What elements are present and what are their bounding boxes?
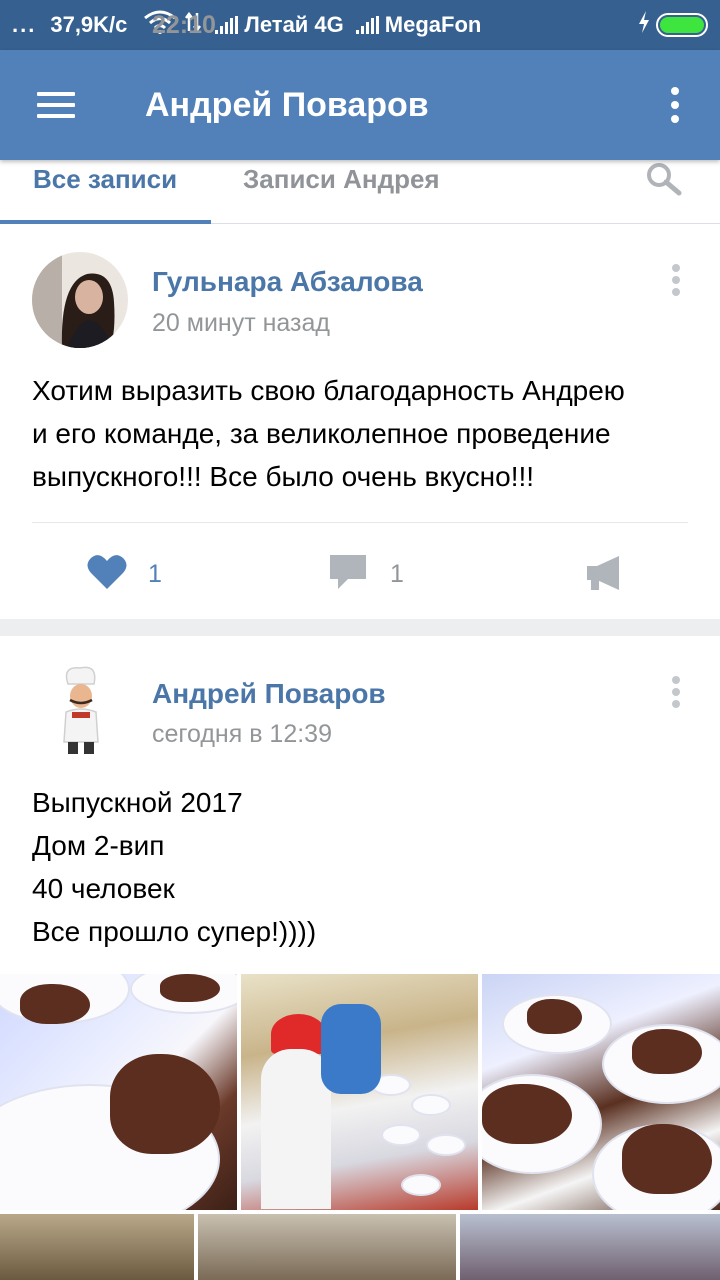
notification-dots: ... bbox=[12, 12, 37, 37]
post-time: 20 минут назад bbox=[152, 309, 330, 337]
avatar[interactable] bbox=[32, 662, 128, 758]
carrier-1: Летай 4G bbox=[244, 12, 344, 37]
charging-icon bbox=[638, 11, 650, 39]
wall-post: Гульнара Абзалова 20 минут назад Хотим в… bbox=[0, 224, 720, 619]
photo-banquet-1[interactable] bbox=[0, 1214, 194, 1280]
share-button[interactable] bbox=[585, 554, 621, 594]
tab-owner-posts[interactable]: Записи Андрея bbox=[243, 160, 440, 224]
network-speed: 37,9K/c bbox=[50, 12, 128, 37]
post-actions: 1 1 bbox=[0, 524, 720, 619]
more-vertical-icon[interactable] bbox=[672, 264, 680, 296]
heart-icon bbox=[86, 553, 128, 596]
tab-all-posts[interactable]: Все записи bbox=[0, 160, 211, 224]
tab-bar: Все записи Записи Андрея bbox=[0, 160, 720, 224]
comment-count: 1 bbox=[390, 559, 404, 588]
megaphone-icon bbox=[585, 556, 621, 596]
photo-banquet-2[interactable] bbox=[198, 1214, 456, 1280]
post-text-line: 40 человек bbox=[32, 873, 175, 904]
photo-chefs-plating[interactable] bbox=[241, 974, 478, 1210]
comment-icon bbox=[328, 553, 368, 596]
page-title: Андрей Поваров bbox=[145, 85, 429, 124]
divider bbox=[32, 522, 688, 523]
post-author[interactable]: Андрей Поваров bbox=[152, 678, 386, 710]
battery-indicator bbox=[638, 11, 708, 39]
photo-banquet-3[interactable] bbox=[460, 1214, 720, 1280]
search-icon[interactable] bbox=[645, 162, 683, 196]
photo-served-plates[interactable] bbox=[482, 974, 720, 1210]
photo-grid bbox=[0, 974, 720, 1280]
post-text-line: Выпускной 2017 bbox=[32, 787, 243, 818]
screen: 22:10 ... 37,9K/c Летай 4G MegaFon Андре… bbox=[0, 0, 720, 1280]
like-count: 1 bbox=[148, 559, 162, 588]
status-time: 22:10 bbox=[152, 10, 216, 39]
more-vertical-icon[interactable] bbox=[670, 87, 680, 123]
post-text-line: Хотим выразить свою благодарность Андрею bbox=[32, 375, 625, 406]
avatar[interactable] bbox=[32, 252, 128, 348]
post-text-line: и его команде, за великолепное проведени… bbox=[32, 418, 611, 449]
post-text-line: Дом 2-вип bbox=[32, 830, 165, 861]
post-text-line: Все прошло супер!)))) bbox=[32, 916, 317, 947]
more-vertical-icon[interactable] bbox=[672, 676, 680, 708]
status-bar: 22:10 ... 37,9K/c Летай 4G MegaFon bbox=[0, 0, 720, 50]
hamburger-icon[interactable] bbox=[37, 92, 75, 118]
post-text: Хотим выразить свою благодарность Андрею… bbox=[32, 369, 690, 498]
photo-steak-plate[interactable] bbox=[0, 974, 237, 1210]
carrier-2: MegaFon bbox=[384, 12, 482, 37]
comment-button[interactable]: 1 bbox=[328, 554, 404, 594]
signal-icon bbox=[215, 16, 239, 34]
post-text-line: выпускного!!! Все было очень вкусно!!! bbox=[32, 461, 535, 492]
app-bar: Андрей Поваров bbox=[0, 50, 720, 160]
like-button[interactable]: 1 bbox=[86, 554, 162, 594]
signal-icon-2 bbox=[355, 16, 379, 34]
post-author[interactable]: Гульнара Абзалова bbox=[152, 266, 423, 298]
post-text: Выпускной 2017 Дом 2-вип 40 человек Все … bbox=[32, 781, 690, 953]
post-time: сегодня в 12:39 bbox=[152, 720, 332, 748]
wall-post: Андрей Поваров сегодня в 12:39 Выпускной… bbox=[0, 636, 720, 1280]
battery-icon bbox=[656, 13, 708, 37]
